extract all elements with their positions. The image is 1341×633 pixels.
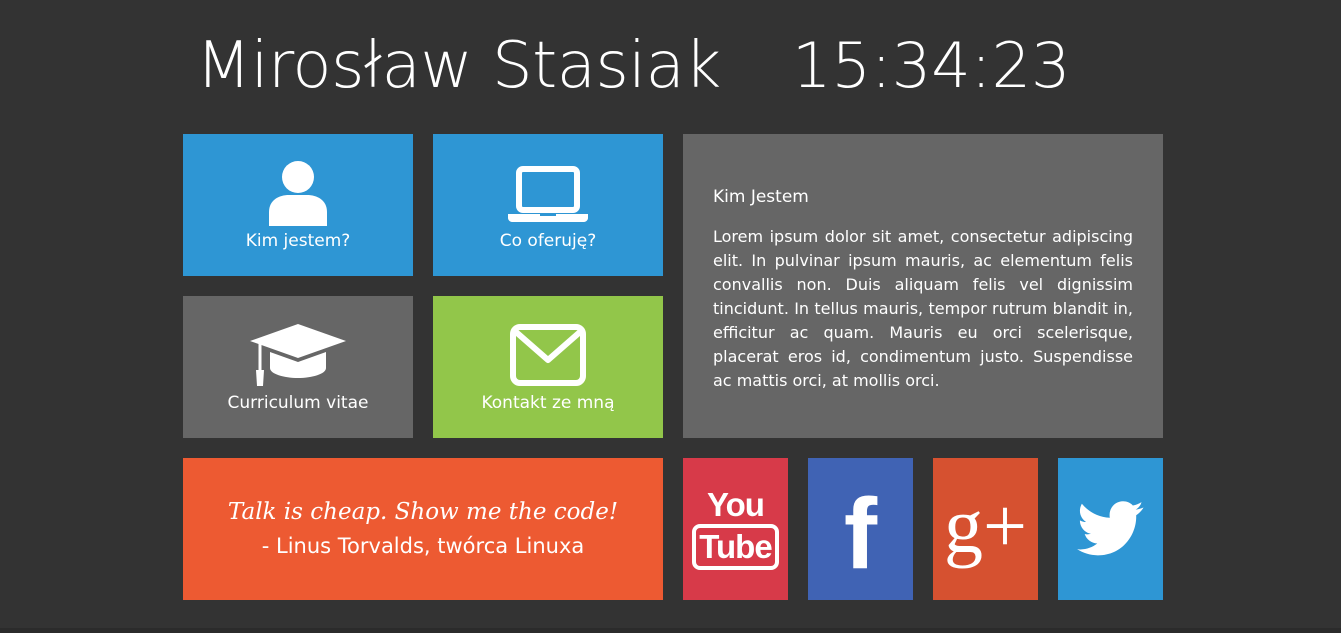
user-icon [269, 161, 327, 226]
quote-author: - Linus Torvalds, twórca Linuxa [261, 534, 585, 558]
tile-label: Kim jestem? [245, 231, 351, 251]
tile-contact[interactable]: Kontakt ze mną [433, 296, 663, 438]
twitter-link[interactable] [1058, 458, 1163, 600]
tile-label: Curriculum vitae [227, 393, 369, 413]
tile-offer[interactable]: Co oferuję? [433, 134, 663, 276]
clock: 15:34:23 [792, 29, 1071, 102]
twitter-bird-icon [1076, 501, 1143, 556]
youtube-link[interactable]: You Tube [683, 458, 788, 600]
laptop-icon [508, 166, 588, 222]
facebook-link[interactable]: f [808, 458, 913, 600]
google-plus-link[interactable]: g+ [933, 458, 1038, 600]
page: Mirosław Stasiak 15:34:23 Kim jestem? Co… [0, 0, 1341, 633]
tile-cv[interactable]: Curriculum vitae [183, 296, 413, 438]
google-plus-icon: g+ [944, 482, 1027, 569]
info-panel: Kim Jestem Lorem ipsum dolor sit amet, c… [683, 134, 1163, 438]
youtube-logo-top: You [707, 486, 765, 523]
tile-about[interactable]: Kim jestem? [183, 134, 413, 276]
tile-label: Co oferuję? [499, 231, 597, 251]
quote-text: Talk is cheap. Show me the code! [227, 499, 619, 525]
quote-tile: Talk is cheap. Show me the code! - Linus… [183, 458, 663, 600]
facebook-icon: f [843, 478, 878, 590]
youtube-icon: You Tube [692, 486, 779, 570]
tile-label: Kontakt ze mną [481, 393, 615, 413]
info-title: Kim Jestem [713, 187, 809, 207]
bottom-strip [0, 628, 1341, 633]
youtube-logo-bottom: Tube [692, 524, 779, 570]
envelope-icon [510, 324, 586, 386]
info-text: Lorem ipsum dolor sit amet, consectetur … [713, 227, 1133, 390]
page-title: Mirosław Stasiak [196, 29, 721, 103]
graduation-cap-icon [250, 324, 346, 386]
